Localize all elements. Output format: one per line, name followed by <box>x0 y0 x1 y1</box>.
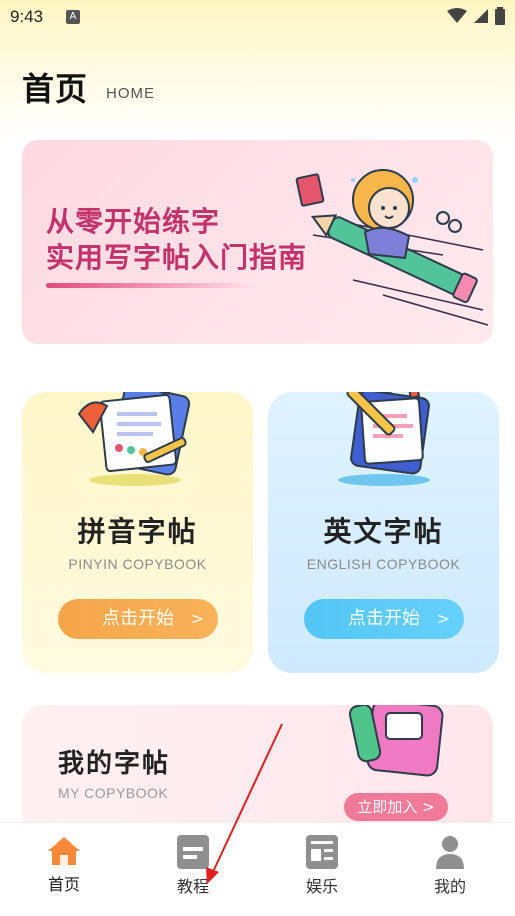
banner-title-line2: 实用写字帖入门指南 <box>46 241 308 274</box>
wifi-icon <box>447 8 467 23</box>
page-subtitle: HOME <box>106 85 155 102</box>
pinyin-start-button[interactable]: 点击开始 > <box>58 599 218 639</box>
notification-icon: A <box>66 10 80 24</box>
bottom-tab-bar: 首页 教程 娱乐 我的 <box>0 822 515 916</box>
page-title: 首页 <box>22 70 89 108</box>
pinyin-card-title: 拼音字帖 <box>77 515 198 548</box>
pink-notebook-illustration <box>348 705 444 777</box>
english-card-title: 英文字帖 <box>323 515 444 548</box>
guide-banner[interactable]: 从零开始练字 实用写字帖入门指南 <box>22 140 493 344</box>
tab-home-label: 首页 <box>47 875 80 894</box>
banner-title-line1: 从零开始练字 <box>46 205 221 238</box>
english-card-subtitle: ENGLISH COPYBOOK <box>306 556 461 572</box>
english-start-label: 点击开始 <box>348 608 420 629</box>
girl-riding-pencil-illustration <box>295 169 489 326</box>
pinyin-start-label: 点击开始 <box>102 608 174 629</box>
tab-tutorial-label: 教程 <box>176 877 209 896</box>
english-copybook-card[interactable]: 英文字帖 ENGLISH COPYBOOK 点击开始 > <box>268 392 499 673</box>
tab-home[interactable]: 首页 <box>19 835 109 895</box>
tab-profile-label: 我的 <box>433 877 466 896</box>
news-icon <box>306 835 338 869</box>
my-copybook-title: 我的字帖 <box>58 749 171 779</box>
signal-icon <box>474 9 488 23</box>
tab-profile[interactable]: 我的 <box>405 835 495 897</box>
profile-icon <box>436 836 464 869</box>
home-icon <box>48 837 80 865</box>
tutorial-icon <box>177 835 209 869</box>
english-start-button[interactable]: 点击开始 > <box>304 599 464 639</box>
chevron-right-icon: > <box>190 609 204 628</box>
notebook-illustration <box>337 392 430 486</box>
tab-tutorial[interactable]: 教程 <box>148 835 238 897</box>
chevron-right-icon: > <box>436 609 450 628</box>
battery-icon <box>495 7 505 25</box>
status-bar: 9:43 A <box>0 0 515 36</box>
banner-underline <box>46 283 256 288</box>
clipboard-illustration <box>77 392 190 486</box>
tab-entertainment[interactable]: 娱乐 <box>277 835 367 897</box>
tab-entertainment-label: 娱乐 <box>305 877 338 896</box>
status-icons <box>447 7 505 25</box>
my-copybook-card[interactable]: 我的字帖 MY COPYBOOK 立即加入 > <box>22 705 493 835</box>
status-time: 9:43 <box>10 7 44 26</box>
pinyin-copybook-card[interactable]: 拼音字帖 PINYIN COPYBOOK 点击开始 > <box>22 392 253 673</box>
pinyin-card-subtitle: PINYIN COPYBOOK <box>68 556 207 572</box>
join-now-button[interactable]: 立即加入 > <box>344 793 448 821</box>
my-copybook-subtitle: MY COPYBOOK <box>58 785 169 801</box>
